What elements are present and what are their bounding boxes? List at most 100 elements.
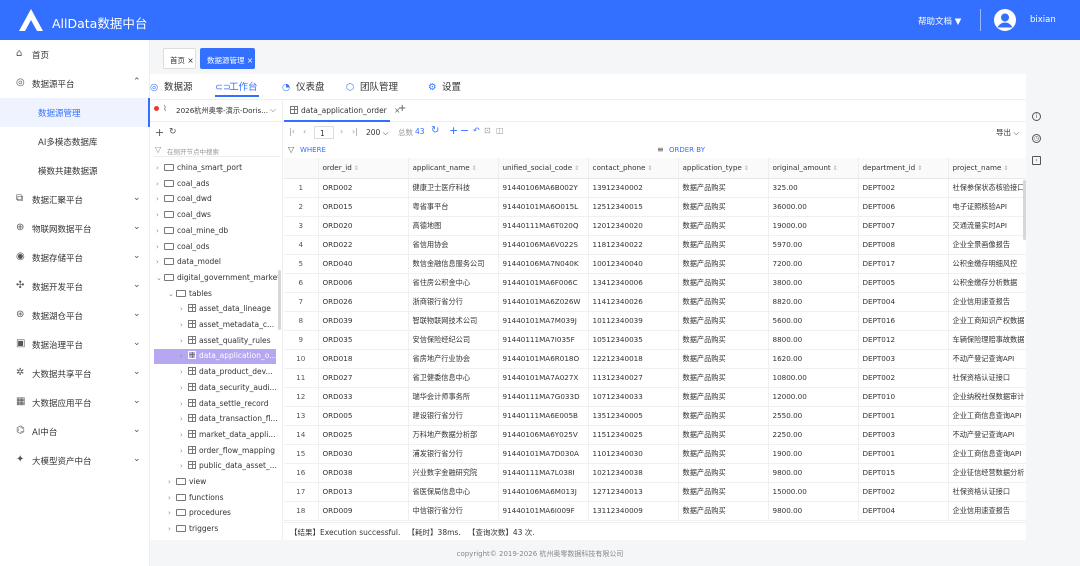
table-row[interactable]: 16 ORD038 兴业数字金融研究院 91440111MA7L038I 1021234… <box>284 463 1026 483</box>
chevron-right-icon[interactable]: › <box>180 352 188 360</box>
table-cell[interactable]: ORD018 <box>318 349 409 369</box>
where-input[interactable]: WHERE <box>300 146 326 154</box>
table-row[interactable]: 17 ORD013 省医保局信息中心 91440106MA6M013J 12712340… <box>284 482 1026 502</box>
tree-table-node[interactable]: › data_application_o... <box>154 349 276 365</box>
table-cell[interactable]: ORD006 <box>318 273 409 293</box>
sidebar-item-share[interactable]: ✲ 大数据共享平台 ⌄ <box>0 359 150 388</box>
last-page-icon[interactable]: ›| <box>352 127 358 136</box>
table-cell[interactable]: 10712340033 <box>588 387 679 407</box>
chevron-right-icon[interactable]: › <box>168 509 176 517</box>
table-cell[interactable]: 2250.00 <box>768 425 859 445</box>
tree-database-node[interactable]: › coal_ads <box>156 177 209 192</box>
order-by-input[interactable]: ORDER BY <box>669 146 705 154</box>
table-row[interactable]: 11 ORD027 省卫健委信息中心 91440101MA7A027X 11312340… <box>284 368 1026 388</box>
table-row[interactable]: 3 ORD020 高德地图 91440111MA6T020Q 12012340020 数据… <box>284 216 1026 236</box>
chevron-right-icon[interactable]: › <box>180 305 188 313</box>
table-cell[interactable]: 13412340006 <box>588 273 679 293</box>
table-cell[interactable]: ORD039 <box>318 311 409 331</box>
column-header[interactable]: applicant_name ⇕ <box>408 158 499 179</box>
sort-icon[interactable]: ⇕ <box>572 165 579 172</box>
sidebar-item-datasource-management[interactable]: 数据源管理 <box>0 98 150 127</box>
table-cell[interactable]: ORD038 <box>318 463 409 483</box>
next-page-icon[interactable]: › <box>340 127 343 136</box>
table-cell[interactable]: 91440101MA7A027X <box>498 368 589 388</box>
table-cell[interactable]: 公积金缴存明细风控 <box>948 254 1026 274</box>
table-cell[interactable]: 高德地图 <box>408 216 499 236</box>
table-cell[interactable]: 车辆保险理赔事故数据 <box>948 330 1026 350</box>
table-cell[interactable]: 12000.00 <box>768 387 859 407</box>
table-row[interactable]: 9 ORD035 安信保险经纪公司 91440111MA7I035F 105123400… <box>284 330 1026 350</box>
sort-icon[interactable]: ⇕ <box>1001 165 1008 172</box>
chevron-right-icon[interactable]: › <box>156 164 164 172</box>
column-header[interactable]: application_type ⇕ <box>678 158 769 179</box>
table-cell[interactable]: 9800.00 <box>768 501 859 521</box>
table-cell[interactable]: DEPT010 <box>858 387 949 407</box>
table-cell[interactable]: 企业工商知识产权数据 <box>948 311 1026 331</box>
avatar[interactable] <box>994 9 1016 31</box>
table-cell[interactable]: 91440111MA6T020Q <box>498 216 589 236</box>
table-cell[interactable]: 交通流量实时API <box>948 216 1026 236</box>
add-row-icon[interactable]: + <box>449 124 458 137</box>
tree-table-node[interactable]: › asset_data_lineage <box>180 302 271 317</box>
table-cell[interactable]: ORD026 <box>318 292 409 312</box>
page-number-input[interactable]: 1 <box>314 126 334 139</box>
tree-folder-node[interactable]: › triggers <box>168 522 218 537</box>
table-cell[interactable]: 12212340018 <box>588 349 679 369</box>
chevron-down-icon[interactable]: ⌄ <box>156 274 164 282</box>
table-cell[interactable]: 12512340015 <box>588 197 679 217</box>
table-cell[interactable]: 数据产品购买 <box>678 311 769 331</box>
close-icon[interactable]: × <box>247 56 253 65</box>
tree-table-node[interactable]: › data_settle_record <box>180 397 268 412</box>
table-row[interactable]: 1 ORD002 健康卫士医疗科技 91440106MA6B002Y 139123400… <box>284 178 1026 198</box>
delete-row-icon[interactable]: − <box>460 124 469 137</box>
column-header[interactable]: department_id ⇕ <box>858 158 949 179</box>
sort-icon[interactable]: ⇕ <box>352 165 359 172</box>
terminal-icon[interactable]: › <box>1032 156 1041 165</box>
username[interactable]: bixian <box>1030 15 1056 25</box>
table-row[interactable]: 2 ORD015 粤省事平台 91440101MA6O015L 12512340015 数… <box>284 197 1026 217</box>
table-cell[interactable]: ORD020 <box>318 216 409 236</box>
table-cell[interactable]: 建设银行省分行 <box>408 406 499 426</box>
table-cell[interactable]: 91440106MA6Y025V <box>498 425 589 445</box>
chevron-right-icon[interactable]: › <box>180 447 188 455</box>
tree-table-node[interactable]: › order_flow_mapping <box>180 444 275 459</box>
column-header[interactable]: contact_phone ⇕ <box>588 158 679 179</box>
prev-page-icon[interactable]: ‹ <box>303 127 306 136</box>
table-cell[interactable]: 325.00 <box>768 178 859 198</box>
tab-team-management[interactable]: ⬡ 团队管理 <box>346 79 398 93</box>
table-cell[interactable]: 企业工商信息查询API <box>948 406 1026 426</box>
table-cell[interactable]: DEPT004 <box>858 501 949 521</box>
sidebar-item-home[interactable]: ⌂ 首页 <box>0 40 150 69</box>
tree-table-node[interactable]: › asset_metadata_c... <box>180 318 274 333</box>
table-cell[interactable]: ORD025 <box>318 425 409 445</box>
history-icon[interactable]: ◷ <box>1032 134 1041 143</box>
table-cell[interactable]: 10512340035 <box>588 330 679 350</box>
table-row[interactable]: 12 ORD033 瑞华会计师事务所 91440111MA7G033D 10712340… <box>284 387 1026 407</box>
table-cell[interactable]: DEPT003 <box>858 425 949 445</box>
sort-icon[interactable]: ⇕ <box>470 165 477 172</box>
table-row[interactable]: 8 ORD039 智联物联网技术公司 91440101MA7M039J 10112340… <box>284 311 1026 331</box>
tree-table-node[interactable]: › data_transaction_fl... <box>180 412 278 427</box>
table-cell[interactable]: ORD035 <box>318 330 409 350</box>
table-cell[interactable]: 浦发银行省分行 <box>408 444 499 464</box>
table-cell[interactable]: 数据产品购买 <box>678 216 769 236</box>
help-docs-menu[interactable]: 帮助文档 ▼ <box>918 15 961 27</box>
table-cell[interactable]: 兴业数字金融研究院 <box>408 463 499 483</box>
table-cell[interactable]: 社保资格认证接口 <box>948 482 1026 502</box>
tree-table-node[interactable]: › data_security_audi... <box>180 381 277 396</box>
table-cell[interactable]: 数信金融信息服务公司 <box>408 254 499 274</box>
table-cell[interactable]: 91440101MA6I009F <box>498 501 589 521</box>
sidebar-item-data-converge[interactable]: ⧉ 数据汇聚平台 ⌄ <box>0 185 150 214</box>
table-cell[interactable]: DEPT002 <box>858 178 949 198</box>
table-cell[interactable]: 浙商银行省分行 <box>408 292 499 312</box>
tree-folder-node[interactable]: › view <box>168 475 206 490</box>
table-row[interactable]: 15 ORD030 浦发银行省分行 91440101MA7D030A 110123400… <box>284 444 1026 464</box>
table-cell[interactable]: 数据产品购买 <box>678 368 769 388</box>
table-cell[interactable]: DEPT006 <box>858 197 949 217</box>
chevron-right-icon[interactable]: › <box>180 400 188 408</box>
table-cell[interactable]: 91440101MA7D030A <box>498 444 589 464</box>
table-cell[interactable]: 91440111MA6E005B <box>498 406 589 426</box>
table-cell[interactable]: 91440111MA7L038I <box>498 463 589 483</box>
sort-icon[interactable]: ⇕ <box>645 165 652 172</box>
chevron-right-icon[interactable]: › <box>180 431 188 439</box>
